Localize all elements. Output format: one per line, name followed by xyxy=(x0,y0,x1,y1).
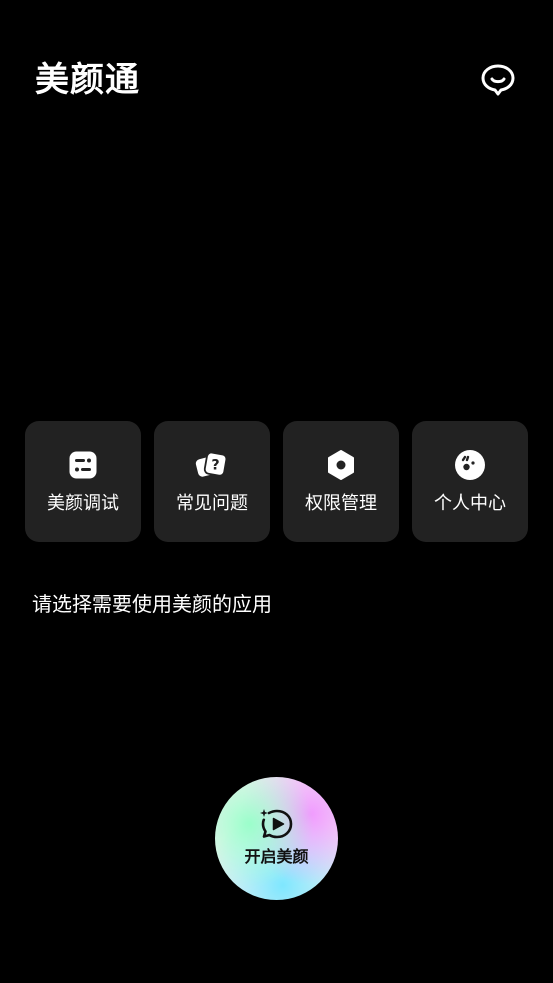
tile-label: 常见问题 xyxy=(176,493,248,514)
start-beauty-button[interactable]: 开启美颜 xyxy=(215,777,338,900)
tile-profile[interactable]: 个人中心 xyxy=(412,421,528,542)
sparkle-play-icon xyxy=(259,809,292,839)
start-button-label: 开启美颜 xyxy=(244,847,309,866)
select-app-prompt: 请选择需要使用美颜的应用 xyxy=(32,592,272,616)
tile-beauty-tuning[interactable]: 美颜调试 xyxy=(25,421,141,542)
tile-permissions[interactable]: 权限管理 xyxy=(283,421,399,542)
tile-label: 个人中心 xyxy=(434,493,506,514)
tile-label: 权限管理 xyxy=(305,493,377,514)
app-title: 美颜通 xyxy=(35,60,140,100)
hexagon-settings-icon xyxy=(324,448,358,482)
svg-text:?: ? xyxy=(211,457,219,473)
tile-faq[interactable]: ? 常见问题 xyxy=(154,421,270,542)
sliders-icon xyxy=(66,448,100,482)
profile-face-icon xyxy=(453,448,487,482)
tile-label: 美颜调试 xyxy=(47,493,119,514)
feedback-button[interactable] xyxy=(476,58,520,102)
feature-tiles: 美颜调试 ? 常见问题 权限管理 个人中心 xyxy=(25,421,528,542)
question-cards-icon: ? xyxy=(195,448,229,482)
message-bubble-icon xyxy=(481,64,515,96)
